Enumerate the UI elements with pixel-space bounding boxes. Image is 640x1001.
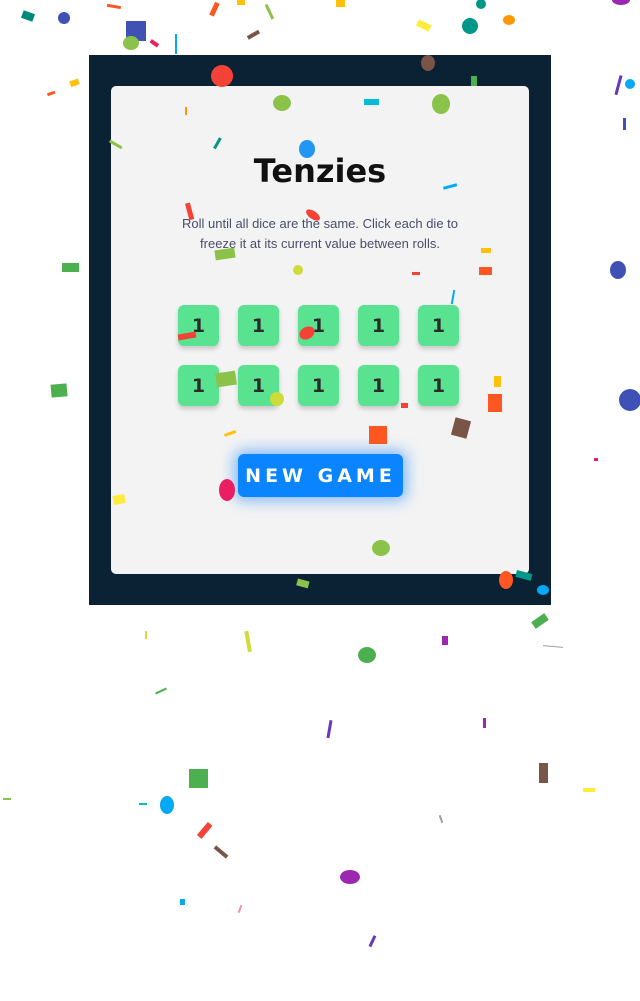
confetti-piece — [246, 29, 261, 40]
die-6[interactable]: 1 — [178, 365, 219, 406]
die-5[interactable]: 1 — [418, 305, 459, 346]
confetti-piece — [160, 796, 174, 814]
confetti-piece — [126, 21, 146, 41]
die-1[interactable]: 1 — [178, 305, 219, 346]
confetti-piece — [149, 39, 160, 48]
confetti-piece — [139, 803, 147, 805]
confetti-piece — [145, 631, 147, 639]
confetti-piece — [358, 647, 376, 663]
confetti-piece — [340, 870, 360, 884]
die-9[interactable]: 1 — [358, 365, 399, 406]
confetti-piece — [244, 630, 252, 653]
confetti-piece — [336, 0, 345, 7]
confetti-piece — [539, 763, 548, 783]
confetti-piece — [46, 90, 56, 97]
confetti-piece — [123, 36, 139, 50]
confetti-piece — [442, 636, 448, 645]
confetti-piece — [237, 0, 245, 5]
game-frame: Tenzies Roll until all dice are the same… — [89, 55, 551, 605]
die-7[interactable]: 1 — [238, 365, 279, 406]
confetti-piece — [213, 845, 229, 859]
die-8[interactable]: 1 — [298, 365, 339, 406]
confetti-piece — [264, 3, 275, 20]
confetti-piece — [438, 814, 444, 824]
confetti-piece — [619, 389, 640, 411]
confetti-piece — [58, 12, 70, 24]
confetti-piece — [462, 18, 478, 34]
confetti-piece — [503, 15, 515, 25]
die-10[interactable]: 1 — [418, 365, 459, 406]
confetti-piece — [483, 718, 486, 728]
confetti-piece — [594, 458, 598, 461]
confetti-piece — [326, 719, 333, 739]
confetti-piece — [583, 788, 595, 792]
confetti-piece — [175, 34, 177, 54]
dice-grid: 1 1 1 1 1 1 1 1 1 1 — [178, 305, 462, 406]
confetti-piece — [3, 798, 11, 800]
game-card: Tenzies Roll until all dice are the same… — [111, 86, 529, 574]
confetti-piece — [50, 383, 68, 398]
confetti-piece — [209, 1, 220, 17]
confetti-piece — [476, 0, 486, 9]
die-3[interactable]: 1 — [298, 305, 339, 346]
confetti-piece — [196, 821, 213, 839]
confetti-piece — [625, 79, 635, 89]
confetti-piece — [69, 78, 80, 88]
page-title: Tenzies — [253, 152, 387, 190]
confetti-piece — [189, 769, 208, 788]
confetti-piece — [612, 0, 630, 5]
confetti-piece — [531, 613, 549, 629]
game-instructions: Roll until all dice are the same. Click … — [181, 216, 459, 251]
confetti-piece — [415, 19, 432, 32]
confetti-piece — [623, 118, 626, 130]
die-4[interactable]: 1 — [358, 305, 399, 346]
confetti-piece — [20, 10, 36, 22]
confetti-piece — [368, 935, 377, 948]
confetti-piece — [180, 899, 185, 905]
confetti-piece — [62, 263, 79, 272]
confetti-piece — [106, 3, 122, 10]
confetti-piece — [155, 687, 167, 695]
confetti-piece — [610, 261, 626, 279]
confetti-piece — [237, 904, 243, 914]
confetti-piece — [614, 75, 623, 96]
new-game-button[interactable]: NEW GAME — [238, 454, 403, 497]
confetti-piece — [542, 645, 563, 648]
die-2[interactable]: 1 — [238, 305, 279, 346]
